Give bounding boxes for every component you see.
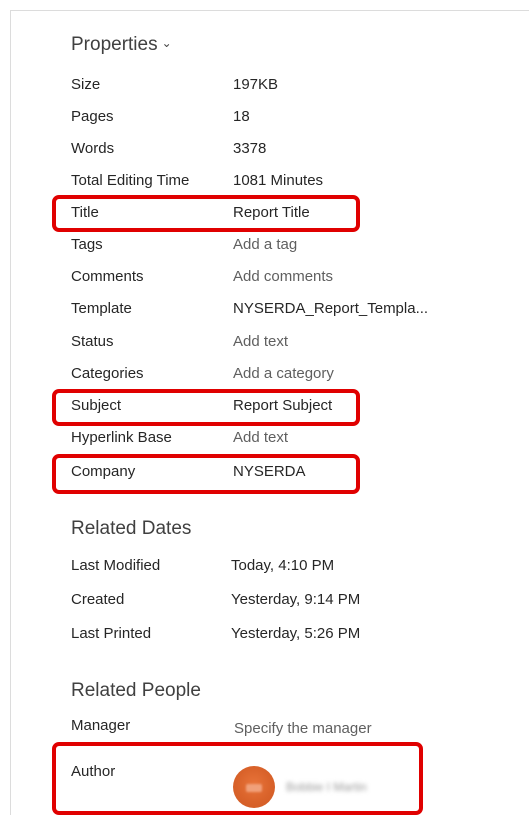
property-row-tags: Tags Add a tag	[71, 233, 511, 257]
date-row-created: Created Yesterday, 9:14 PM	[71, 588, 511, 612]
date-row-last-printed: Last Printed Yesterday, 5:26 PM	[71, 622, 511, 646]
date-label: Last Modified	[71, 557, 161, 574]
author-highlight-box	[52, 742, 423, 815]
property-row-categories: Categories Add a category	[71, 362, 511, 386]
property-row-status: Status Add text	[71, 330, 511, 354]
chevron-down-icon[interactable]: ⌄	[162, 36, 172, 50]
property-row-hyperlink-base: Hyperlink Base Add text	[71, 426, 511, 450]
properties-heading[interactable]: Properties ⌄	[71, 34, 172, 56]
related-dates-heading: Related Dates	[71, 518, 192, 539]
comments-field[interactable]: Add comments	[233, 265, 333, 289]
date-label: Created	[71, 591, 125, 608]
property-label: Size	[71, 76, 101, 93]
property-label: Status	[71, 333, 114, 350]
property-row-total-editing-time: Total Editing Time 1081 Minutes	[71, 169, 511, 193]
status-field[interactable]: Add text	[233, 330, 288, 354]
property-label: Hyperlink Base	[71, 429, 172, 446]
property-row-words: Words 3378	[71, 137, 511, 161]
property-label: Comments	[71, 268, 144, 285]
people-label: Manager	[71, 717, 131, 734]
date-value: Today, 4:10 PM	[231, 557, 335, 574]
tags-field[interactable]: Add a tag	[233, 233, 297, 257]
property-label: Tags	[71, 236, 103, 253]
categories-field[interactable]: Add a category	[233, 362, 334, 386]
property-label: Total Editing Time	[71, 172, 190, 189]
date-value: Yesterday, 5:26 PM	[231, 625, 361, 642]
properties-heading-label: Properties	[71, 34, 158, 55]
property-value: 18	[233, 108, 250, 125]
people-row-manager: Manager Specify the manager	[71, 717, 511, 741]
date-label: Last Printed	[71, 625, 152, 642]
property-value: 3378	[233, 140, 267, 157]
property-row-pages: Pages 18	[71, 105, 511, 129]
subject-highlight-box	[52, 389, 360, 426]
property-value: 1081 Minutes	[233, 172, 324, 189]
property-row-template: Template NYSERDA_Report_Templa...	[71, 297, 511, 321]
title-highlight-box	[52, 195, 360, 232]
property-value: 197KB	[233, 76, 279, 93]
property-label: Pages	[71, 108, 114, 125]
property-label: Categories	[71, 365, 144, 382]
property-row-size: Size 197KB	[71, 73, 511, 97]
date-row-last-modified: Last Modified Today, 4:10 PM	[71, 554, 511, 578]
hyperlink-base-field[interactable]: Add text	[233, 426, 288, 450]
company-highlight-box	[52, 454, 360, 494]
property-row-comments: Comments Add comments	[71, 265, 511, 289]
date-value: Yesterday, 9:14 PM	[231, 591, 361, 608]
property-label: Words	[71, 140, 115, 157]
related-people-heading: Related People	[71, 680, 201, 701]
property-label: Template	[71, 300, 132, 317]
template-value: NYSERDA_Report_Templa...	[233, 300, 429, 317]
manager-field[interactable]: Specify the manager	[234, 717, 372, 741]
